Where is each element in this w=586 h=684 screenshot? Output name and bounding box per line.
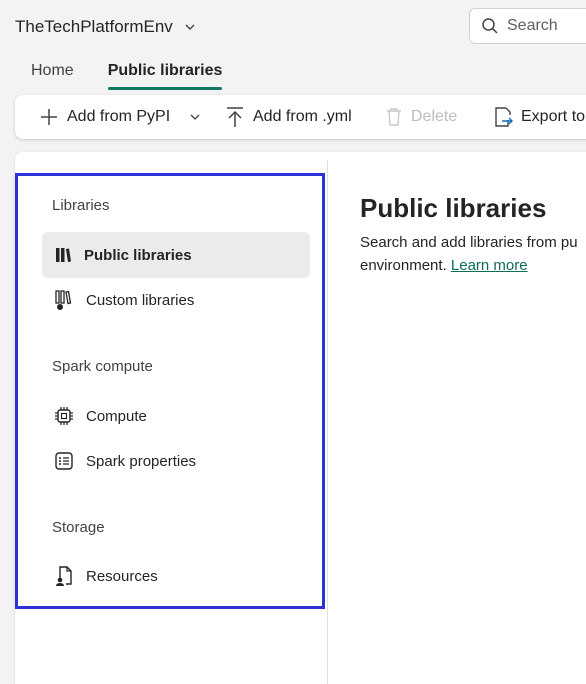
panel-divider [327,160,328,684]
nav-item-resources[interactable]: Resources [42,553,310,599]
nav-label: Spark properties [86,452,197,470]
learn-more-link[interactable]: Learn more [451,257,528,274]
search-placeholder: Search [507,17,558,34]
workspace-name: TheTechPlatformEnv [15,17,173,36]
tab-bar: Home Public libraries [15,56,222,90]
delete-label: Delete [411,108,458,125]
nav-label: Resources [86,567,158,585]
page-title: Public libraries [360,193,547,223]
list-icon [55,452,73,470]
add-from-yml-button[interactable]: Add from .yml [225,95,352,139]
tab-public-libraries[interactable]: Public libraries [107,56,222,90]
trash-icon [387,108,401,126]
nav-label: Public libraries [84,246,192,264]
page-description: Search and add libraries from pu environ… [360,231,586,277]
export-icon [495,107,513,127]
toolbar: Add from PyPI Add from .yml Delete Expor… [15,95,586,139]
nav-label: Compute [86,407,147,425]
nav-item-spark-properties[interactable]: Spark properties [42,438,310,484]
document-person-icon [56,566,72,586]
chevron-down-icon [190,114,200,120]
books-icon [56,248,71,262]
add-from-pypi-label: Add from PyPI [67,108,171,125]
section-title-libraries: Libraries [52,197,110,214]
nav-label: Custom libraries [86,291,195,309]
nav-item-compute[interactable]: Compute [42,393,310,439]
description-line-2: environment. [360,257,447,274]
chevron-down-icon [185,24,195,30]
add-from-yml-label: Add from .yml [253,108,352,125]
nav-item-public-libraries[interactable]: Public libraries [42,232,310,278]
delete-button[interactable]: Delete [385,95,457,139]
chip-icon [55,407,73,425]
section-title-storage: Storage [52,519,105,536]
description-line-1: Search and add libraries from pu [360,234,578,251]
settings-nav: Libraries Public libraries Custom librar… [15,173,325,609]
add-from-pypi-button[interactable]: Add from PyPI [39,95,170,139]
custom-books-icon [55,290,72,310]
search-icon [482,18,498,34]
export-button[interactable]: Export to [493,95,585,139]
upload-icon [227,107,243,127]
tab-home[interactable]: Home [15,56,74,90]
add-dropdown-button[interactable] [189,95,201,139]
workspace-switcher[interactable]: TheTechPlatformEnv [0,0,197,54]
plus-icon [41,109,57,125]
section-title-spark-compute: Spark compute [52,358,153,375]
nav-item-custom-libraries[interactable]: Custom libraries [42,277,310,323]
search-box[interactable]: Search [469,8,586,44]
export-label: Export to [521,108,586,125]
